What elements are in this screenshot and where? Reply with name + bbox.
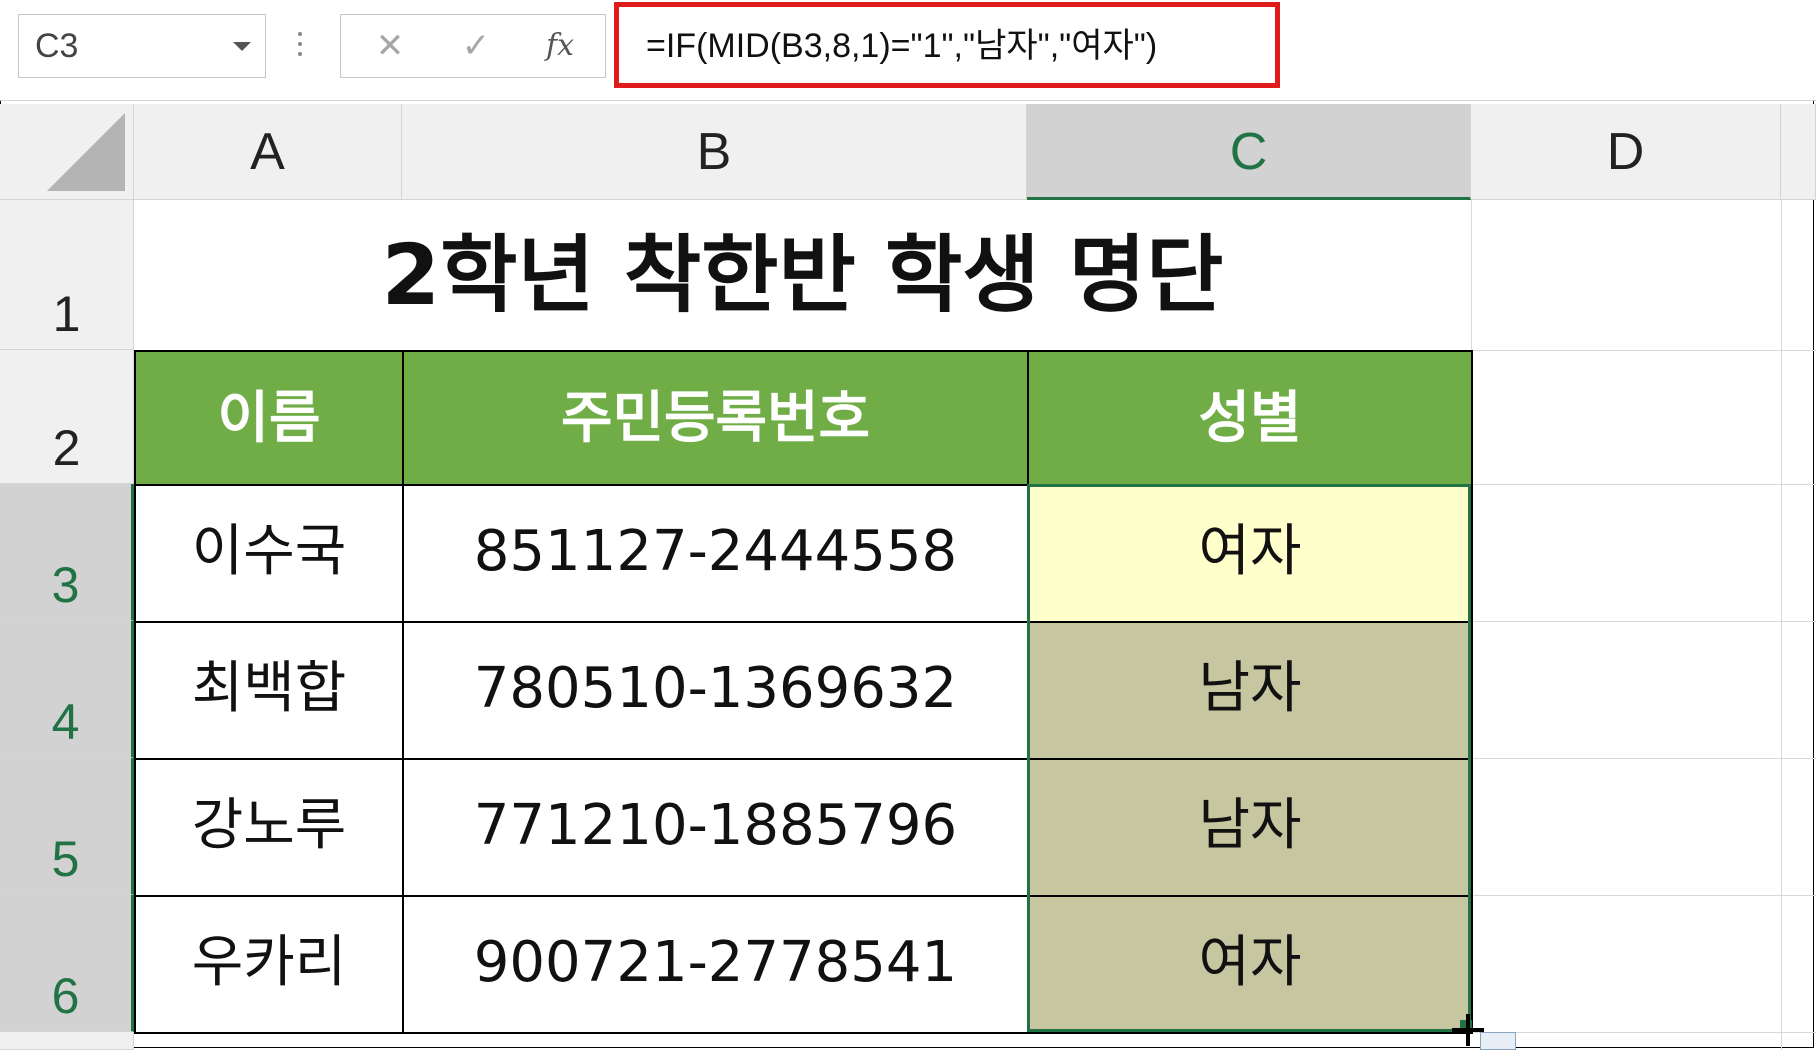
cell-id[interactable]: 851127-2444558	[402, 484, 1029, 623]
column-header-c[interactable]: C	[1027, 104, 1471, 200]
gridline	[1471, 200, 1472, 350]
annotation-highlight-box	[614, 2, 1280, 88]
quick-analysis-icon[interactable]	[1480, 1032, 1516, 1050]
chevron-down-icon[interactable]	[233, 42, 251, 51]
gridline	[1471, 484, 1816, 485]
cell-id[interactable]: 771210-1885796	[402, 758, 1029, 897]
name-box[interactable]: C3	[18, 14, 266, 78]
cell-name[interactable]: 최백합	[134, 621, 404, 760]
row-header-4[interactable]: 4	[0, 621, 134, 758]
sheet-title[interactable]: 2학년 착한반 학생 명단	[134, 200, 1471, 350]
gridline	[1471, 895, 1816, 896]
row-header-5[interactable]: 5	[0, 758, 134, 895]
cell-gender[interactable]: 남자	[1027, 758, 1473, 897]
header-cell-name[interactable]: 이름	[134, 350, 404, 486]
row-header-3[interactable]: 3	[0, 484, 134, 621]
select-all-button[interactable]	[0, 104, 134, 200]
insert-function-icon[interactable]: fx	[537, 23, 583, 69]
column-header-d[interactable]: D	[1471, 104, 1781, 200]
enter-icon[interactable]: ✓	[453, 23, 499, 69]
cell-id[interactable]: 780510-1369632	[402, 621, 1029, 760]
cell-name[interactable]: 강노루	[134, 758, 404, 897]
drag-handle-icon[interactable]	[296, 28, 304, 64]
formula-bar: C3 ✕ ✓ fx =IF(MID(B3,8,1)="1","남자","여자")	[0, 0, 1816, 101]
row-header-1[interactable]: 1	[0, 200, 134, 350]
column-header-e[interactable]	[1781, 104, 1816, 200]
cell-id[interactable]: 900721-2778541	[402, 895, 1029, 1034]
gridline	[1471, 621, 1816, 622]
row-header-7[interactable]	[0, 1032, 134, 1050]
cancel-icon[interactable]: ✕	[367, 23, 413, 69]
gridline	[1471, 758, 1816, 759]
row-header-6[interactable]: 6	[0, 895, 134, 1032]
header-cell-id[interactable]: 주민등록번호	[402, 350, 1029, 486]
cell-gender[interactable]: 여자	[1027, 895, 1473, 1034]
header-cell-gender[interactable]: 성별	[1027, 350, 1473, 486]
gridline	[1471, 350, 1816, 351]
column-header-b[interactable]: B	[402, 104, 1027, 200]
row-header-2[interactable]: 2	[0, 350, 134, 484]
name-box-value: C3	[35, 27, 79, 65]
cell-gender-active[interactable]: 여자	[1027, 484, 1473, 623]
cell-name[interactable]: 우카리	[134, 895, 404, 1034]
cell-name[interactable]: 이수국	[134, 484, 404, 623]
gridline	[1781, 200, 1782, 1050]
formula-buttons: ✕ ✓ fx	[340, 14, 606, 78]
cell-gender[interactable]: 남자	[1027, 621, 1473, 760]
column-header-a[interactable]: A	[134, 104, 402, 200]
